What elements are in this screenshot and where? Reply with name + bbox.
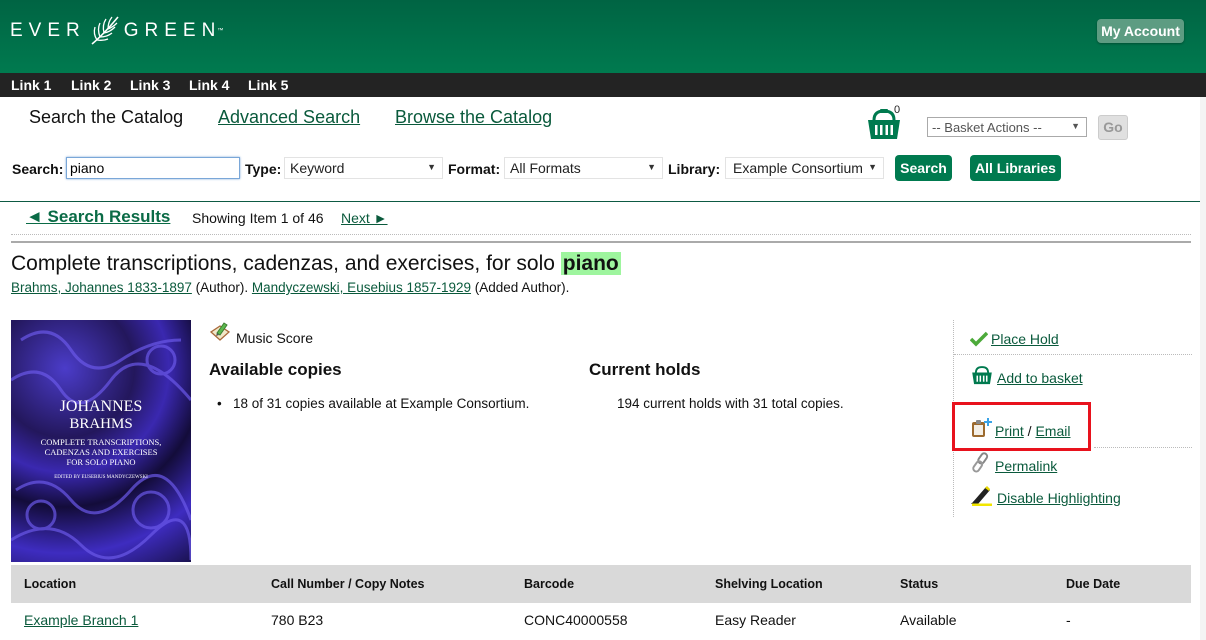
place-hold-action[interactable]: Place Hold <box>970 331 1059 347</box>
logo-text-right: GREEN <box>123 20 222 41</box>
permalink-link[interactable]: Permalink <box>995 458 1057 474</box>
fern-icon <box>91 16 119 45</box>
next-result-link[interactable]: Next ► <box>341 210 388 226</box>
search-input[interactable] <box>66 157 240 179</box>
divider <box>1094 447 1192 448</box>
column-header: Location <box>24 577 77 591</box>
logo-text-left: EVER <box>10 20 86 41</box>
music-score-icon <box>209 322 231 341</box>
cover-line: EDITED BY EUSEBIUS MANDYCZEWSKI <box>54 475 148 480</box>
location-link[interactable]: Example Branch 1 <box>24 612 138 628</box>
chevron-down-icon: ▼ <box>868 162 877 172</box>
tab-advanced-search[interactable]: Advanced Search <box>218 107 360 127</box>
format-label: Format: <box>448 161 501 177</box>
nav-link-3[interactable]: Link 3 <box>130 77 170 93</box>
permalink-action[interactable]: Permalink <box>970 452 1057 474</box>
type-label: Type: <box>245 161 282 177</box>
format-type-label: Music Score <box>236 330 314 346</box>
basket-actions-select[interactable]: -- Basket Actions -- ▼ <box>927 117 1087 137</box>
format-select-value: All Formats <box>510 160 581 176</box>
add-to-basket-action[interactable]: Add to basket <box>970 364 1083 386</box>
page-scrollbar[interactable] <box>1200 97 1206 640</box>
cover-line: FOR SOLO PIANO <box>66 457 136 467</box>
due-date-cell: - <box>1066 612 1071 628</box>
format-select[interactable]: All Formats ▼ <box>504 157 663 179</box>
divider <box>11 241 1191 243</box>
chevron-down-icon: ▼ <box>647 162 656 172</box>
nav-link-2[interactable]: Link 2 <box>71 77 111 93</box>
site-header: EVER GREEN ™ My Account <box>0 0 1206 73</box>
all-libraries-button[interactable]: All Libraries <box>970 155 1061 181</box>
basket-icon <box>972 366 992 385</box>
cover-line: CADENZAS AND EXERCISES <box>44 447 158 457</box>
book-cover-image[interactable]: JOHANNES BRAHMS COMPLETE TRANSCRIPTIONS,… <box>11 320 191 562</box>
print-email-highlight-box <box>952 402 1091 451</box>
add-to-basket-link[interactable]: Add to basket <box>997 370 1083 386</box>
place-hold-link[interactable]: Place Hold <box>991 331 1059 347</box>
table-row: Example Branch 1 780 B23 CONC40000558 Ea… <box>11 603 1191 637</box>
cover-line: BRAHMS <box>69 416 133 432</box>
top-nav: Link 1 Link 2 Link 3 Link 4 Link 5 <box>0 73 1206 97</box>
library-select[interactable]: Example Consortium ▼ <box>725 157 884 179</box>
disable-highlighting-link[interactable]: Disable Highlighting <box>997 490 1121 506</box>
nav-link-1[interactable]: Link 1 <box>11 77 51 93</box>
nav-link-4[interactable]: Link 4 <box>189 77 229 93</box>
tab-search-catalog: Search the Catalog <box>29 107 184 127</box>
back-to-search-results-link[interactable]: ◄ Search Results <box>26 207 170 227</box>
my-account-button[interactable]: My Account <box>1097 19 1184 43</box>
status-cell: Available <box>900 612 957 628</box>
evergreen-logo[interactable]: EVER GREEN ™ <box>10 14 223 48</box>
search-term-highlight: piano <box>560 252 621 275</box>
column-header: Shelving Location <box>715 577 823 591</box>
cover-line: COMPLETE TRANSCRIPTIONS, <box>40 437 162 447</box>
basket-go-button[interactable]: Go <box>1098 115 1128 140</box>
column-header: Due Date <box>1066 577 1121 591</box>
checkmark-icon <box>970 331 988 347</box>
cover-line: JOHANNES <box>59 398 143 415</box>
library-select-value: Example Consortium <box>733 160 863 176</box>
author-role: (Added Author). <box>471 280 570 295</box>
divider <box>954 354 1192 355</box>
nav-link-5[interactable]: Link 5 <box>248 77 288 93</box>
basket-count-badge: 0 <box>894 104 901 116</box>
highlighter-icon <box>971 486 992 506</box>
library-label: Library: <box>668 161 721 177</box>
column-header: Status <box>900 577 939 591</box>
basket-actions-value: -- Basket Actions -- <box>932 120 1042 135</box>
record-title-text: Complete transcriptions, cadenzas, and e… <box>11 252 561 275</box>
holdings-table-header: Location Call Number / Copy Notes Barcod… <box>11 565 1191 603</box>
search-button[interactable]: Search <box>895 155 952 181</box>
chevron-down-icon: ▼ <box>1071 121 1080 131</box>
tab-browse-catalog[interactable]: Browse the Catalog <box>395 107 552 127</box>
column-header: Call Number / Copy Notes <box>271 577 425 591</box>
holdings-table: Location Call Number / Copy Notes Barcod… <box>11 565 1191 637</box>
barcode-cell: CONC40000558 <box>524 612 628 628</box>
current-holds-heading: Current holds <box>589 360 701 379</box>
showing-item-text: Showing Item 1 of 46 <box>192 210 324 226</box>
call-number-cell: 780 B23 <box>271 612 324 628</box>
shelving-location-cell: Easy Reader <box>715 612 796 628</box>
current-holds-text: 194 current holds with 31 total copies. <box>617 396 844 411</box>
record-authors: Brahms, Johannes 1833-1897 (Author). Man… <box>11 280 569 295</box>
search-label: Search: <box>12 161 64 177</box>
chain-link-icon <box>972 452 989 473</box>
disable-highlighting-action[interactable]: Disable Highlighting <box>970 484 1121 506</box>
available-copies-text: 18 of 31 copies available at Example Con… <box>217 396 529 411</box>
chevron-down-icon: ▼ <box>427 162 436 172</box>
divider <box>0 201 1206 202</box>
author-role: (Author). <box>191 280 252 295</box>
column-header: Barcode <box>524 577 575 591</box>
author-link[interactable]: Mandyczewski, Eusebius 1857-1929 <box>252 280 471 295</box>
divider <box>11 234 1191 235</box>
logo-trademark: ™ <box>217 28 224 34</box>
author-link[interactable]: Brahms, Johannes 1833-1897 <box>11 280 192 295</box>
available-copies-heading: Available copies <box>209 360 342 379</box>
type-select[interactable]: Keyword ▼ <box>284 157 443 179</box>
type-select-value: Keyword <box>290 160 345 176</box>
record-title: Complete transcriptions, cadenzas, and e… <box>11 252 621 276</box>
